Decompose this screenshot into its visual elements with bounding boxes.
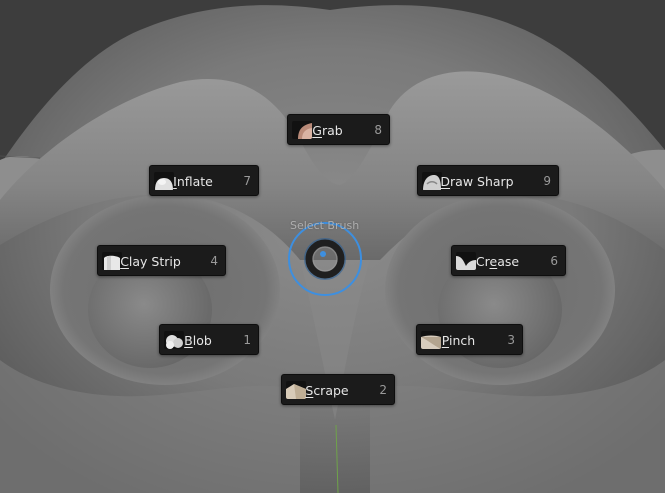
pie-item-label: Inflate xyxy=(173,174,213,189)
pie-item-label: Draw Sharp xyxy=(440,174,514,189)
pie-item-pinch[interactable]: Pinch 3 xyxy=(416,324,523,355)
hotkey-hint: 3 xyxy=(507,333,515,347)
pie-item-scrape[interactable]: Scrape 2 xyxy=(281,374,395,405)
hotkey-hint: 4 xyxy=(210,254,218,268)
pie-menu-title: Select Brush xyxy=(290,219,360,232)
hotkey-hint: 6 xyxy=(550,254,558,268)
pie-item-blob[interactable]: Blob 1 xyxy=(159,324,259,355)
pie-item-inflate[interactable]: Inflate 7 xyxy=(149,165,259,196)
hotkey-hint: 7 xyxy=(243,174,251,188)
pie-item-draw-sharp[interactable]: Draw Sharp 9 xyxy=(417,165,559,196)
hotkey-hint: 8 xyxy=(374,123,382,137)
pie-item-grab[interactable]: Grab 8 xyxy=(287,114,390,145)
pie-item-label: Crease xyxy=(475,254,520,269)
pie-item-label: Clay Strip xyxy=(120,254,181,269)
hotkey-hint: 2 xyxy=(379,383,387,397)
pie-item-label: Blob xyxy=(184,333,212,348)
pie-item-crease[interactable]: Crease 6 xyxy=(451,245,566,276)
pie-item-label: Grab xyxy=(312,123,343,138)
pie-item-label: Scrape xyxy=(305,383,349,398)
pie-item-clay-strip[interactable]: Clay Strip 4 xyxy=(97,245,226,276)
pie-item-label: Pinch xyxy=(441,333,476,348)
hotkey-hint: 9 xyxy=(543,174,551,188)
hotkey-hint: 1 xyxy=(243,333,251,347)
